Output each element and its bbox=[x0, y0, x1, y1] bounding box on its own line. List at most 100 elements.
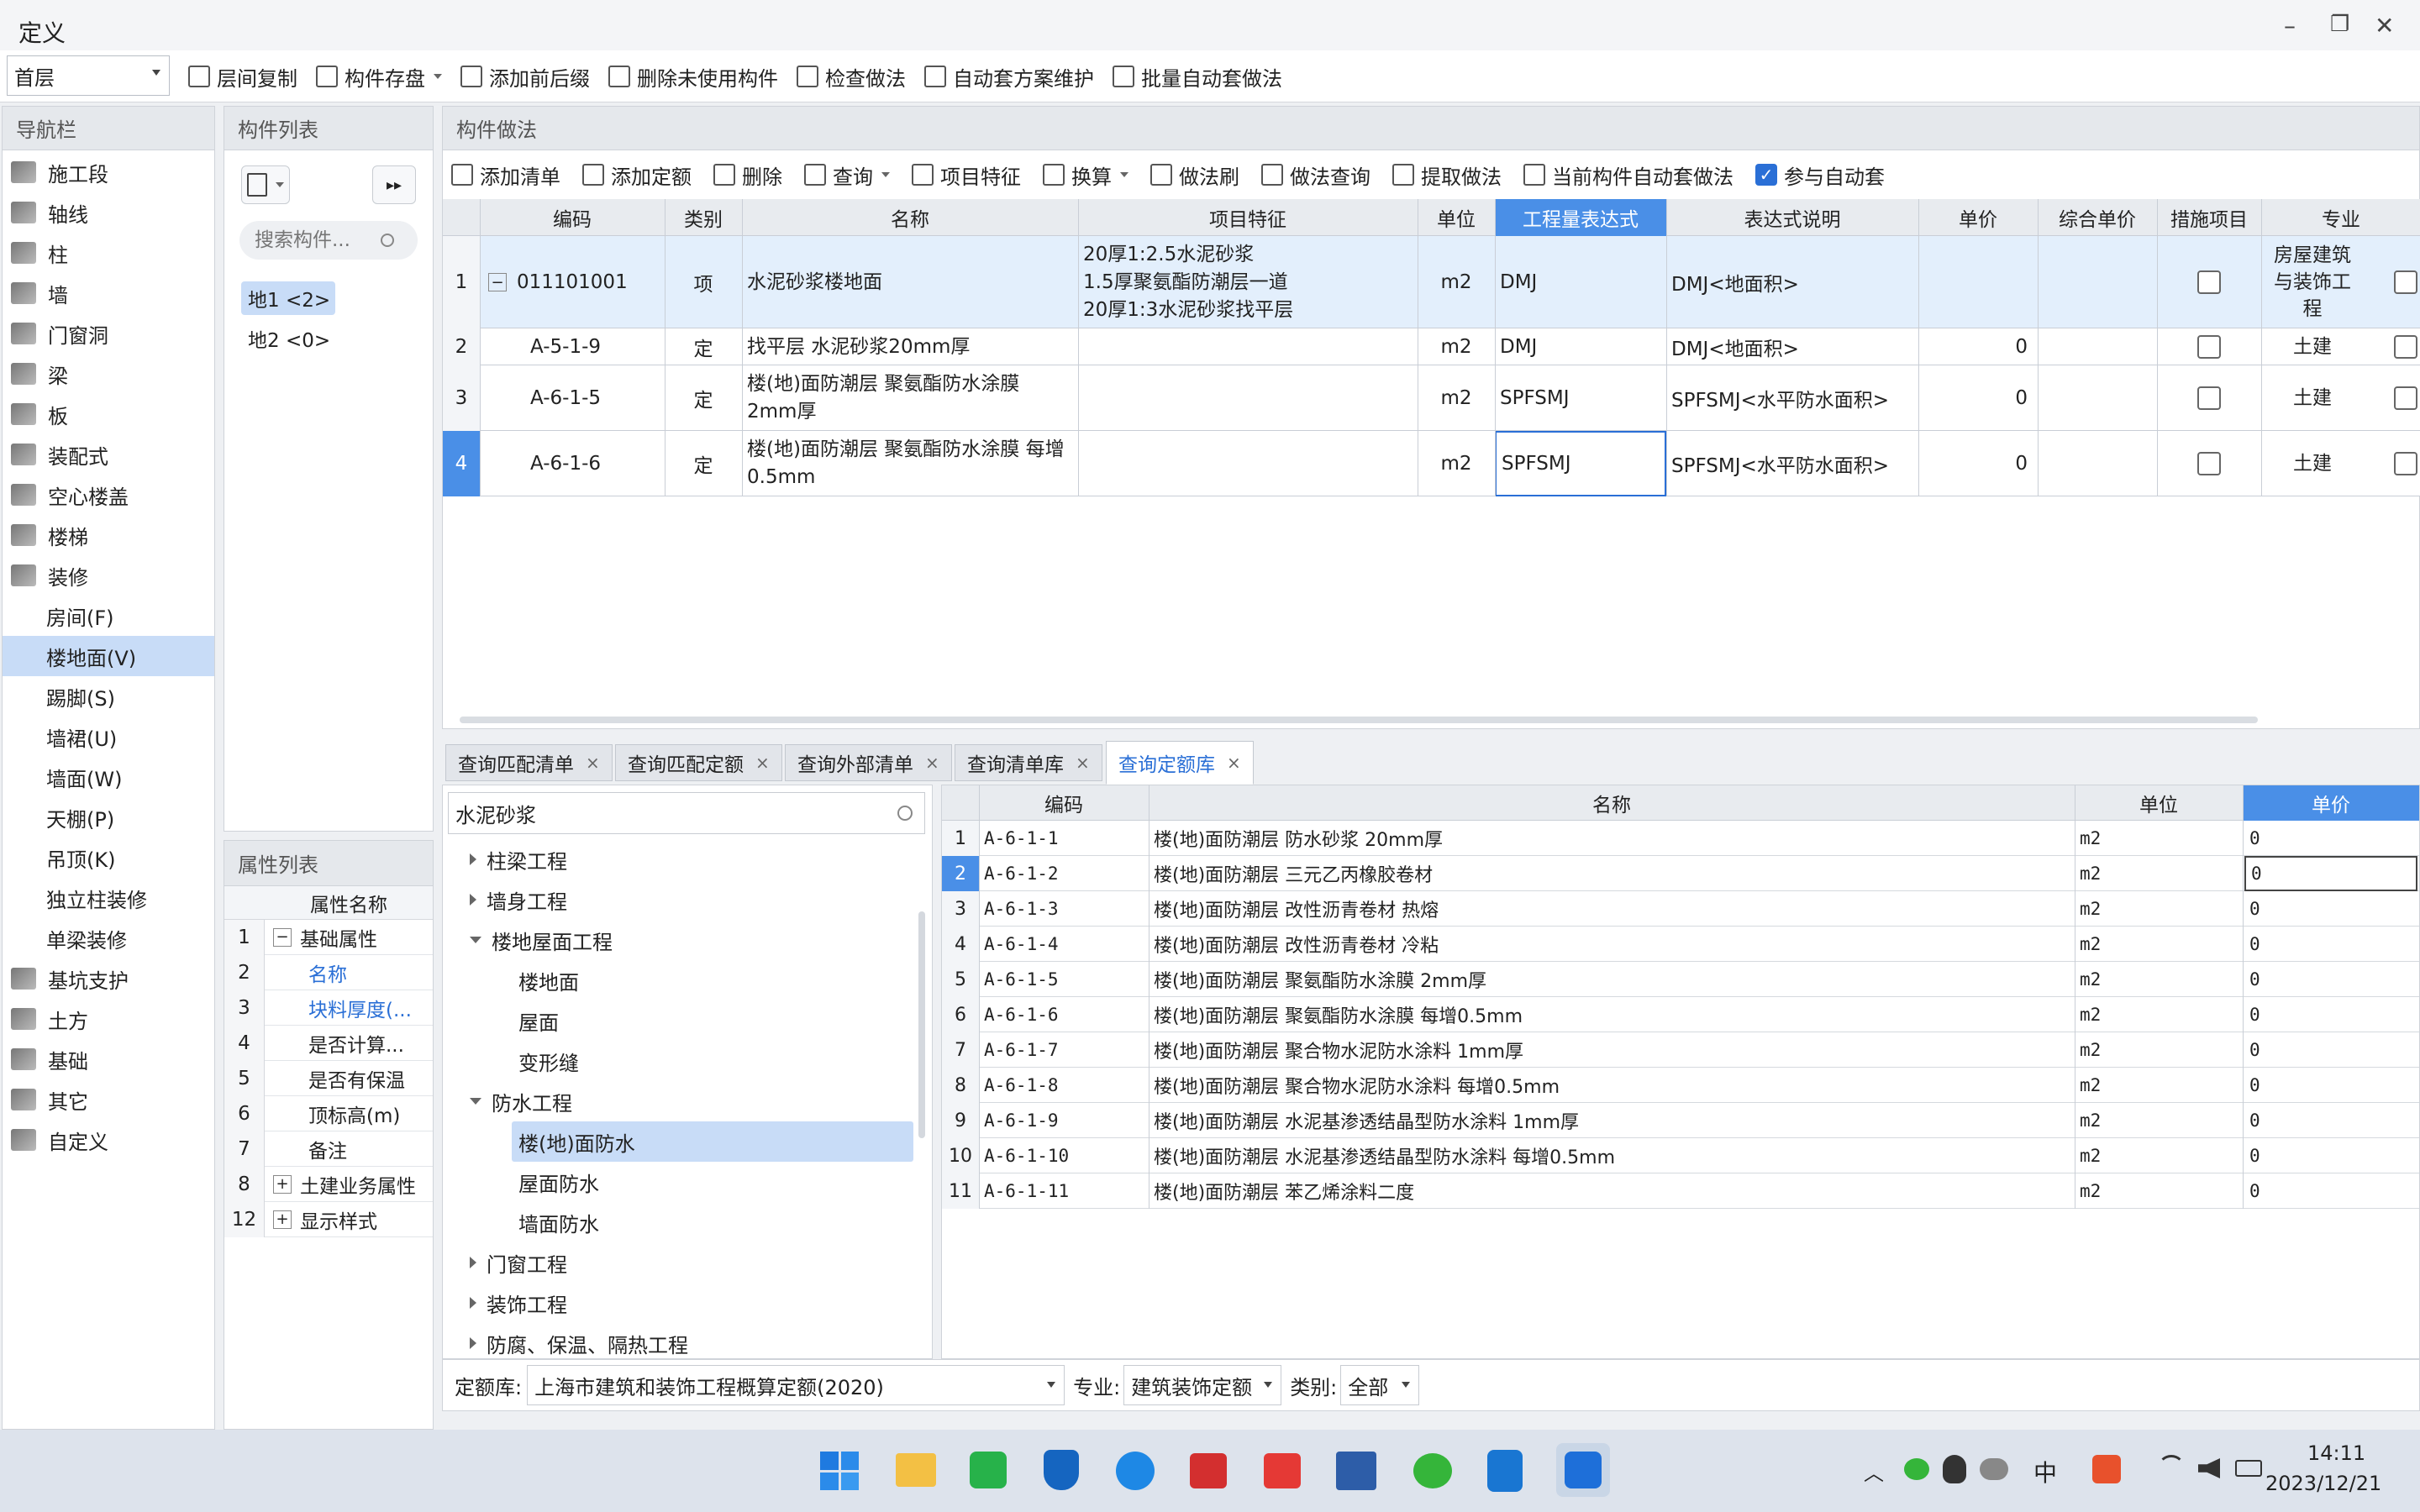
expression-desc-cell[interactable]: SPFSMJ<水平防水面积> bbox=[1666, 431, 1918, 496]
method-toolbar-button[interactable]: 查询 bbox=[804, 154, 890, 196]
quota-price-cell[interactable]: 0 bbox=[2244, 1103, 2417, 1138]
column-header[interactable]: 单价 bbox=[2243, 785, 2419, 821]
nav-item[interactable]: 踢脚(S) bbox=[3, 676, 214, 717]
major-cell[interactable]: 房屋建筑 与装饰工程 bbox=[2261, 236, 2364, 328]
quota-price-cell[interactable]: 0 bbox=[2244, 821, 2417, 856]
nav-item[interactable]: 楼梯 bbox=[3, 515, 214, 555]
nav-item[interactable]: 梁 bbox=[3, 354, 214, 394]
quota-library-select[interactable]: 上海市建筑和装饰工程概算定额(2020) bbox=[527, 1365, 1065, 1405]
query-tab[interactable]: 查询外部清单 × bbox=[785, 744, 952, 781]
property-row[interactable]: 12 + 显示样式 bbox=[224, 1201, 433, 1237]
nav-item[interactable]: 装修 bbox=[3, 555, 214, 596]
new-component-button[interactable] bbox=[241, 165, 290, 204]
name-cell[interactable]: 水泥砂浆楼地面 bbox=[742, 236, 1078, 328]
row-number[interactable]: 3 bbox=[942, 891, 979, 927]
nav-item[interactable]: 门窗洞 bbox=[3, 313, 214, 354]
file-explorer-icon[interactable] bbox=[896, 1453, 936, 1487]
row-number[interactable]: 6 bbox=[942, 997, 979, 1032]
property-row[interactable]: 3 块料厚度(... bbox=[224, 990, 433, 1026]
store-icon[interactable] bbox=[970, 1452, 1007, 1488]
phone-app-icon[interactable] bbox=[1487, 1450, 1523, 1492]
column-header[interactable]: 措施项目 bbox=[2157, 199, 2261, 236]
column-header[interactable]: 单位 bbox=[1418, 199, 1495, 236]
feature-cell[interactable]: 20厚1:2.5水泥砂浆 1.5厚聚氨酯防潮层一道 20厚1:3水泥砂浆找平层 bbox=[1078, 236, 1418, 328]
cloud-tray-icon[interactable] bbox=[1980, 1458, 2008, 1480]
tree-node[interactable]: 防水工程 bbox=[443, 1081, 913, 1121]
column-header[interactable]: 专业 bbox=[2261, 199, 2420, 236]
expression-desc-cell[interactable]: DMJ<地面积> bbox=[1666, 328, 1918, 365]
auto-cell[interactable] bbox=[2364, 328, 2420, 365]
query-tab[interactable]: 查询匹配清单 × bbox=[445, 744, 613, 781]
column-header[interactable]: 单价 bbox=[1918, 199, 2038, 236]
measure-checkbox[interactable] bbox=[2197, 452, 2221, 475]
measure-checkbox[interactable] bbox=[2197, 335, 2221, 359]
chevron-down-icon[interactable] bbox=[881, 172, 890, 177]
method-toolbar-button[interactable]: 删除 bbox=[713, 154, 782, 196]
row-number[interactable]: 11 bbox=[942, 1173, 979, 1209]
input-method-indicator[interactable]: 中 bbox=[2033, 1455, 2057, 1488]
column-header[interactable]: 编码 bbox=[979, 785, 1149, 821]
nav-item[interactable]: 基础 bbox=[3, 1039, 214, 1079]
row-number[interactable]: 7 bbox=[942, 1032, 979, 1068]
caret-right-icon[interactable] bbox=[470, 894, 476, 906]
type-cell[interactable]: 项 bbox=[665, 236, 742, 328]
property-row[interactable]: 6 顶标高(m) bbox=[224, 1095, 433, 1131]
nav-item[interactable]: 轴线 bbox=[3, 192, 214, 233]
nav-item[interactable]: 独立柱装修 bbox=[3, 878, 214, 918]
nav-item[interactable]: 楼地面(V) bbox=[3, 636, 214, 676]
expression-desc-cell[interactable]: SPFSMJ<水平防水面积> bbox=[1666, 365, 1918, 431]
auto-checkbox[interactable] bbox=[2394, 335, 2417, 359]
row-number[interactable]: 3 bbox=[443, 365, 480, 431]
quota-name-cell[interactable]: 楼(地)面防潮层 改性沥青卷材 热熔 bbox=[1150, 891, 2075, 927]
tree-node[interactable]: 墙面防水 bbox=[443, 1202, 913, 1242]
quota-unit-cell[interactable]: m2 bbox=[2076, 891, 2243, 927]
expression-cell[interactable]: DMJ bbox=[1495, 328, 1666, 365]
close-button[interactable]: ✕ bbox=[2375, 12, 2394, 39]
column-header[interactable]: 项目特征 bbox=[1078, 199, 1418, 236]
quota-price-cell[interactable]: 0 bbox=[2244, 1068, 2417, 1103]
toolbar-button[interactable]: 检查做法 bbox=[797, 54, 906, 99]
caret-right-icon[interactable] bbox=[470, 1257, 476, 1268]
quota-price-cell[interactable]: 0 bbox=[2244, 856, 2417, 891]
major-cell[interactable]: 土建 bbox=[2261, 328, 2364, 365]
major-cell[interactable]: 土建 bbox=[2261, 431, 2364, 496]
column-header[interactable]: 表达式说明 bbox=[1666, 199, 1918, 236]
wechat-tray-icon[interactable] bbox=[1904, 1458, 1929, 1480]
tree-node[interactable]: 变形缝 bbox=[443, 1041, 913, 1081]
nav-item[interactable]: 房间(F) bbox=[3, 596, 214, 636]
auto-checkbox[interactable] bbox=[2394, 270, 2417, 294]
wifi-icon[interactable] bbox=[2158, 1455, 2185, 1480]
expression-cell[interactable]: SPFSMJ bbox=[1495, 431, 1666, 496]
row-number[interactable]: 1 bbox=[942, 821, 979, 856]
quota-unit-cell[interactable]: m2 bbox=[2076, 1032, 2243, 1068]
quota-unit-cell[interactable]: m2 bbox=[2076, 927, 2243, 962]
quota-code-cell[interactable]: A-6-1-2 bbox=[981, 856, 1149, 891]
row-number[interactable]: 1 bbox=[443, 236, 480, 328]
measure-item-cell[interactable] bbox=[2157, 365, 2261, 431]
nav-item[interactable]: 基坑支护 bbox=[3, 958, 214, 999]
measure-checkbox[interactable] bbox=[2197, 270, 2221, 294]
quota-unit-cell[interactable]: m2 bbox=[2076, 1138, 2243, 1173]
property-row[interactable]: 7 备注 bbox=[224, 1131, 433, 1167]
tree-node[interactable]: 柱梁工程 bbox=[443, 839, 913, 879]
measure-item-cell[interactable] bbox=[2157, 236, 2261, 328]
close-tab-icon[interactable]: × bbox=[755, 753, 770, 773]
tree-node[interactable]: 门窗工程 bbox=[443, 1242, 913, 1283]
price-cell[interactable] bbox=[1918, 236, 2038, 328]
quota-name-cell[interactable]: 楼(地)面防潮层 聚合物水泥防水涂料 1mm厚 bbox=[1150, 1032, 2075, 1068]
column-header[interactable]: 工程量表达式 bbox=[1495, 199, 1666, 236]
tree-node[interactable]: 楼(地)面防水 bbox=[512, 1121, 913, 1162]
column-header[interactable]: 名称 bbox=[742, 199, 1078, 236]
quota-code-cell[interactable]: A-6-1-3 bbox=[981, 891, 1149, 927]
unit-cell[interactable]: m2 bbox=[1418, 236, 1495, 328]
type-cell[interactable]: 定 bbox=[665, 431, 742, 496]
price-cell[interactable]: 0 bbox=[1918, 328, 2038, 365]
clock-date[interactable]: 2023/12/21 bbox=[2265, 1472, 2381, 1495]
major-cell[interactable]: 土建 bbox=[2261, 365, 2364, 431]
expression-cell[interactable]: DMJ bbox=[1495, 236, 1666, 328]
property-row[interactable]: 2 名称 bbox=[224, 954, 433, 990]
nav-item[interactable]: 墙面(W) bbox=[3, 757, 214, 797]
restore-button[interactable]: ❐ bbox=[2330, 12, 2349, 37]
battery-icon[interactable] bbox=[2235, 1460, 2262, 1477]
code-cell[interactable]: A-6-1-6 bbox=[480, 431, 665, 496]
